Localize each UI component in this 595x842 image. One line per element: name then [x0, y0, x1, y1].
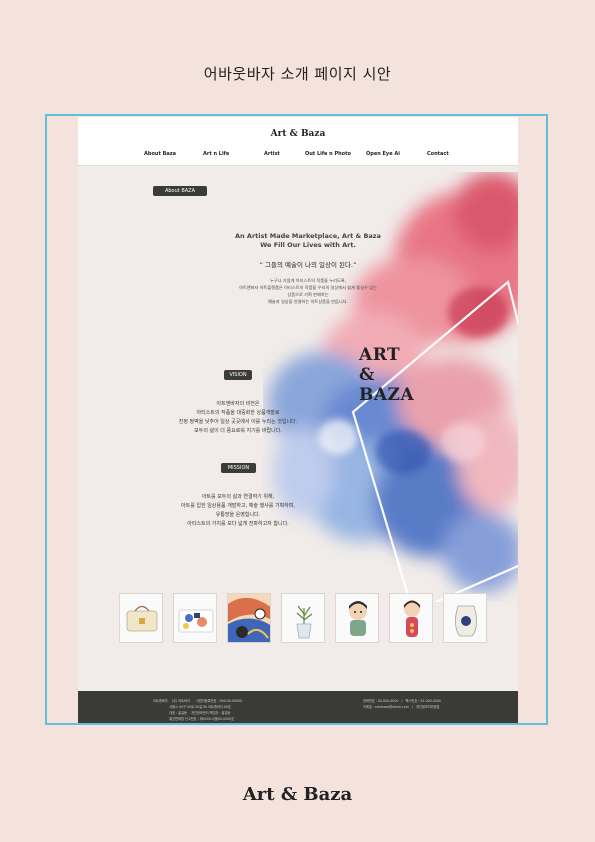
tagline-1: An Artist Made Marketplace, Art & Baza: [235, 232, 381, 240]
tagline-2: We Fill Our Lives with Art.: [260, 241, 356, 249]
product-kokeshi-doll[interactable]: [389, 593, 433, 643]
nav-about-baza[interactable]: About Baza: [144, 151, 176, 157]
about-badge: About BAZA: [153, 186, 207, 196]
nav-open-eye-ai[interactable]: Open Eye Ai: [366, 151, 400, 157]
mission-badge: MISSION: [221, 463, 256, 473]
nav-artist[interactable]: Artist: [264, 151, 280, 157]
mockup-frame: Art & Baza About Baza Art n Life Artist …: [45, 114, 548, 725]
nav-art-n-life[interactable]: Art n Life: [203, 151, 229, 157]
vision-badge: VISION: [224, 370, 252, 380]
nav-contact[interactable]: Contact: [427, 151, 449, 157]
footer-company-info: 아트앤바자 (주) 아트바자 사업자등록번호 : 000-00-00000 서울…: [153, 699, 243, 721]
website-mockup: Art & Baza About Baza Art n Life Artist …: [78, 117, 518, 723]
bottom-brand-logo: Art & Baza: [242, 784, 353, 805]
footer-contact-info: 전화번호 : 02-000-0000 / 팩스번호 : 02-000-0000 …: [363, 699, 441, 709]
page-title: 어바웃바자 소개 페이지 시안: [203, 65, 392, 83]
product-figure-boy[interactable]: [335, 593, 379, 643]
product-ceramic-vase[interactable]: [443, 593, 487, 643]
vision-text: 아트앤바자의 비전은 아티스트의 작품을 대중화한 상품개발로 진정 정벽을 낮…: [178, 401, 298, 434]
site-logo[interactable]: Art & Baza: [78, 129, 518, 139]
mission-text: 아트를 모두의 삶과 연결하기 위해, 아트를 입힌 일상용품 개발하고, 예술…: [181, 494, 295, 527]
about-quote: “ 그들의 예술이 나의 일상이 된다.”: [259, 261, 357, 269]
product-painting[interactable]: [227, 593, 271, 643]
main-nav: About Baza Art n Life Artist Out Life n …: [78, 151, 518, 163]
about-body: 누구나 가깝게 아티스트의 작품을 누리도록, 아트앤바자 아트플랫폼은 아티스…: [239, 278, 377, 304]
hero-art-baza-logo: ART & BAZA: [359, 345, 415, 405]
product-tray[interactable]: [173, 593, 217, 643]
site-header: Art & Baza About Baza Art n Life Artist …: [78, 117, 518, 166]
site-footer: 아트앤바자 (주) 아트바자 사업자등록번호 : 000-00-00000 서울…: [78, 691, 518, 723]
product-bag[interactable]: [119, 593, 163, 643]
nav-out-life-n-photo[interactable]: Out Life n Photo: [305, 151, 351, 157]
product-plant-vase[interactable]: [281, 593, 325, 643]
